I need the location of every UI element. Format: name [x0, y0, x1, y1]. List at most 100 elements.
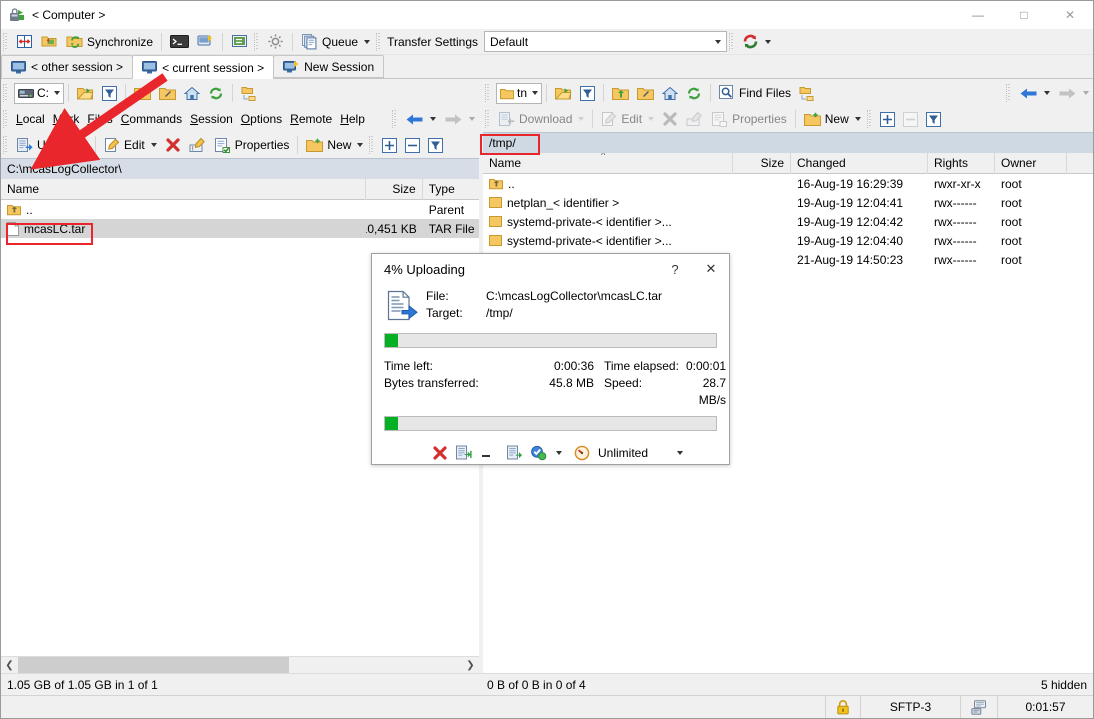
menu-session[interactable]: Session — [186, 108, 237, 130]
transfer-settings-combo[interactable]: Default — [484, 31, 727, 52]
synchronize-browsing-button[interactable] — [37, 31, 62, 53]
find-files-button[interactable]: Find Files — [715, 82, 795, 104]
scroll-left-icon[interactable]: ❮ — [1, 657, 18, 674]
compression-cell[interactable] — [960, 696, 997, 718]
local-select-button[interactable] — [378, 134, 401, 156]
local-root-directory-button[interactable] — [155, 82, 180, 104]
local-delete-button[interactable] — [161, 134, 185, 156]
chevron-down-icon[interactable] — [151, 143, 157, 147]
local-rename-button[interactable]: I — [185, 134, 210, 156]
table-row[interactable]: systemd-private-< identifier >... 19-Aug… — [483, 212, 1093, 231]
remote-home-directory-button[interactable] — [658, 82, 682, 104]
upload-button[interactable]: Upload — [12, 134, 91, 156]
table-row[interactable]: mcasLC.tar 1,110,451 KB TAR File — [1, 219, 479, 238]
speed-limit-icon[interactable] — [574, 445, 590, 461]
toolbar-grip[interactable] — [867, 110, 873, 128]
protocol-cell[interactable]: SFTP-3 — [860, 696, 960, 718]
toolbar-grip[interactable] — [485, 84, 491, 102]
local-properties-button[interactable]: Properties — [210, 134, 294, 156]
toolbar-grip[interactable] — [1006, 84, 1012, 102]
scroll-thumb[interactable] — [18, 657, 289, 674]
toolbar-grip-4[interactable] — [729, 33, 735, 51]
secure-connection-cell[interactable] — [825, 696, 860, 718]
chevron-down-icon[interactable] — [357, 143, 363, 147]
toolbar-grip[interactable] — [392, 110, 398, 128]
menu-files[interactable]: Files — [83, 108, 116, 130]
session-tab-current[interactable]: < current session > — [132, 55, 274, 79]
chevron-down-icon[interactable] — [709, 33, 724, 50]
remote-column-rights[interactable]: Rights — [928, 153, 995, 174]
session-tab-other[interactable]: < other session > — [1, 55, 133, 78]
chevron-down-icon[interactable] — [677, 451, 683, 455]
table-row[interactable]: .. Parent — [1, 200, 479, 219]
local-select-mask-button[interactable] — [424, 134, 447, 156]
synchronize-button[interactable]: Synchronize — [62, 31, 157, 53]
toolbar-grip-3[interactable] — [376, 33, 382, 51]
chevron-down-icon[interactable] — [54, 91, 60, 95]
remote-column-name[interactable]: Name ^ — [483, 153, 733, 174]
remote-column-size[interactable]: Size — [733, 153, 791, 174]
menu-remote[interactable]: Remote — [286, 108, 336, 130]
remote-open-directory-button[interactable] — [551, 82, 576, 104]
local-directory-tree-button[interactable] — [237, 82, 261, 104]
toolbar-grip[interactable] — [485, 110, 491, 128]
minimize-transfer-icon[interactable] — [479, 445, 493, 461]
toolbar-grip[interactable] — [3, 84, 9, 102]
local-horizontal-scrollbar[interactable]: ❮ ❯ — [1, 656, 479, 673]
chevron-down-icon[interactable] — [364, 40, 370, 44]
menu-mark[interactable]: Mark — [49, 108, 84, 130]
local-column-type[interactable]: Type — [423, 179, 479, 200]
remote-parent-directory-button[interactable] — [608, 82, 633, 104]
maximize-button[interactable]: □ — [1001, 1, 1047, 29]
toolbar-grip[interactable] — [3, 33, 9, 51]
menu-commands[interactable]: Commands — [117, 108, 186, 130]
local-column-size[interactable]: Size — [366, 179, 422, 200]
remote-back-button[interactable] — [1015, 82, 1054, 104]
putty-session-button[interactable] — [227, 31, 252, 53]
remote-filter-button[interactable] — [576, 82, 599, 104]
remote-directory-combo[interactable]: tn — [496, 83, 542, 104]
dialog-close-button[interactable]: ✕ — [693, 254, 729, 284]
dialog-help-button[interactable]: ? — [657, 254, 693, 284]
chevron-down-icon[interactable] — [430, 117, 436, 121]
local-unselect-button[interactable] — [401, 134, 424, 156]
session-duration-cell[interactable]: 0:01:57 — [997, 696, 1093, 718]
cancel-transfer-icon[interactable] — [432, 445, 448, 461]
toolbar-grip-2[interactable] — [254, 33, 260, 51]
local-refresh-button[interactable] — [204, 82, 228, 104]
new-session-tab[interactable]: New Session — [273, 55, 384, 78]
preferences-button[interactable] — [263, 31, 288, 53]
toolbar-grip[interactable] — [3, 110, 9, 128]
remote-path-bar[interactable]: /tmp/ — [483, 132, 1093, 153]
chevron-down-icon[interactable] — [1083, 91, 1089, 95]
local-filter-button[interactable] — [98, 82, 121, 104]
local-drive-combo[interactable]: C: — [14, 83, 64, 104]
open-terminal-button[interactable] — [166, 31, 193, 53]
menu-help[interactable]: Help — [336, 108, 369, 130]
remote-directory-tree-button[interactable] — [795, 82, 819, 104]
move-to-queue-icon[interactable] — [455, 445, 472, 461]
menu-options[interactable]: Options — [237, 108, 286, 130]
remote-root-directory-button[interactable] — [633, 82, 658, 104]
remote-select-mask-button[interactable] — [922, 108, 945, 130]
remote-forward-button[interactable] — [1054, 82, 1093, 104]
local-path-bar[interactable]: C:\mcasLogCollector\ — [1, 158, 479, 179]
remote-column-owner[interactable]: Owner — [995, 153, 1067, 174]
local-new-button[interactable]: New — [302, 134, 367, 156]
chevron-down-icon[interactable] — [81, 143, 87, 147]
chevron-down-icon[interactable] — [855, 117, 861, 121]
table-row[interactable]: netplan_< identifier > 19-Aug-19 12:04:4… — [483, 193, 1093, 212]
table-row[interactable]: systemd-private-< identifier >... 19-Aug… — [483, 231, 1093, 250]
remote-column-changed[interactable]: Changed — [791, 153, 928, 174]
chevron-down-icon[interactable] — [765, 40, 771, 44]
toolbar-grip[interactable] — [3, 136, 9, 154]
menu-local[interactable]: Local — [12, 108, 49, 130]
transfer-done-icon[interactable] — [530, 445, 547, 461]
table-row[interactable]: .. 16-Aug-19 16:29:39 rwxr-xr-x root — [483, 174, 1093, 193]
remote-new-button[interactable]: New — [800, 108, 865, 130]
local-column-name[interactable]: Name — [1, 179, 366, 200]
local-home-directory-button[interactable] — [180, 82, 204, 104]
chevron-down-icon[interactable] — [1044, 91, 1050, 95]
local-open-directory-button[interactable] — [73, 82, 98, 104]
scroll-right-icon[interactable]: ❯ — [462, 657, 479, 674]
